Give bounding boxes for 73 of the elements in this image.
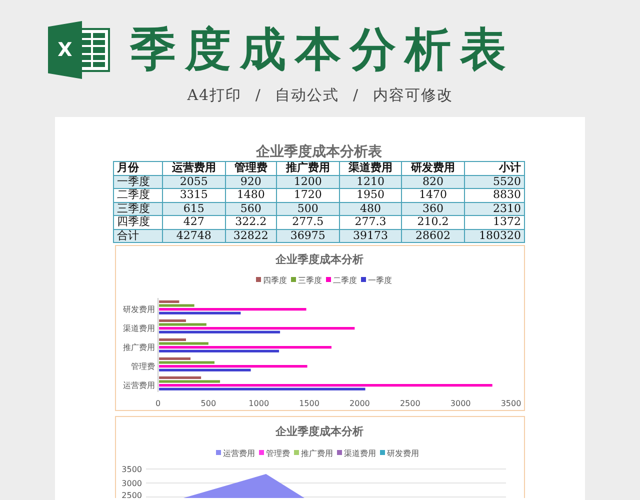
column-header: 运营费用 (162, 162, 226, 175)
column-header: 月份 (114, 162, 163, 175)
column-header: 研发费用 (402, 162, 464, 175)
column-header: 渠道费用 (339, 162, 402, 175)
axis-tick-label: 2500 (122, 491, 142, 498)
category-label: 渠道费用 (123, 324, 155, 333)
category-label: 推广费用 (123, 343, 155, 352)
axis-tick-label: 2500 (400, 399, 420, 408)
table-cell: 427 (162, 216, 226, 229)
legend-label: 四季度 (263, 276, 287, 285)
table-cell: 277.5 (276, 216, 340, 229)
table-cell: 3315 (162, 188, 226, 202)
axis-tick-label: 1500 (299, 399, 320, 408)
table-cell: 42748 (162, 229, 226, 242)
legend-label: 三季度 (298, 276, 322, 285)
table-cell: 210.2 (402, 216, 464, 229)
column-header: 管理费 (225, 162, 277, 175)
axis-tick-label: 2000 (350, 399, 370, 408)
table-cell: 二季度 (114, 188, 163, 202)
table-cell: 合计 (114, 229, 163, 242)
table-cell: 820 (402, 175, 464, 188)
axis-tick-label: 500 (200, 399, 216, 408)
legend-label: 研发费用 (387, 449, 419, 458)
subtitle: A4打印 / 自动公式 / 内容可修改 (186, 86, 454, 105)
table-cell: 8830 (464, 188, 524, 202)
legend-label: 推广费用 (301, 449, 333, 458)
table-cell: 360 (402, 202, 464, 216)
table-cell: 1372 (464, 216, 524, 229)
column-header: 小计 (464, 162, 524, 175)
table-cell: 2055 (162, 175, 226, 188)
table-cell: 560 (225, 202, 277, 216)
legend-label: 管理费 (266, 449, 290, 458)
chart-title: 企业季度成本分析 (276, 253, 364, 266)
category-label: 运营费用 (123, 381, 155, 390)
table-cell: 1470 (402, 188, 464, 202)
legend-label: 二季度 (333, 276, 357, 285)
axis-tick-label: 0 (155, 399, 161, 408)
table-cell: 920 (225, 175, 277, 188)
table-cell: 四季度 (114, 216, 163, 229)
table-cell: 5520 (464, 175, 524, 188)
legend-label: 渠道费用 (344, 449, 376, 458)
table-cell: 36975 (276, 229, 340, 242)
category-label: 管理费 (131, 362, 155, 371)
table-cell: 1200 (276, 175, 340, 188)
table-cell: 1210 (339, 175, 402, 188)
table-cell: 277.3 (339, 216, 402, 229)
spreadsheet-logo: X (48, 21, 112, 79)
table-cell: 322.2 (225, 216, 277, 229)
table-title: 企业季度成本分析表 (254, 143, 383, 161)
table-cell: 1950 (339, 188, 402, 202)
axis-tick-label: 1000 (248, 399, 270, 408)
column-header: 推广费用 (276, 162, 340, 175)
table-cell: 32822 (225, 229, 277, 242)
table-cell: 39173 (339, 229, 402, 242)
table-cell: 28602 (402, 229, 464, 242)
table-cell: 一季度 (114, 175, 163, 188)
page-title: 季度成本分析表 (130, 21, 515, 78)
table-cell: 1480 (225, 188, 277, 202)
axis-tick-label: 3000 (122, 479, 142, 488)
table-cell: 500 (276, 202, 340, 216)
legend-label: 运营费用 (223, 449, 255, 458)
table-cell: 三季度 (114, 202, 163, 216)
axis-tick-label: 3500 (122, 465, 142, 474)
category-label: 研发费用 (123, 305, 155, 314)
axis-tick-label: 3500 (500, 399, 522, 408)
chart-title: 企业季度成本分析 (276, 425, 364, 438)
table-cell: 2310 (464, 202, 524, 216)
legend-label: 一季度 (368, 276, 392, 285)
table-cell: 615 (162, 202, 226, 216)
table-cell: 480 (339, 202, 402, 216)
table-cell: 1720 (276, 188, 340, 202)
table-cell: 180320 (464, 229, 524, 242)
axis-tick-label: 3000 (450, 399, 471, 408)
